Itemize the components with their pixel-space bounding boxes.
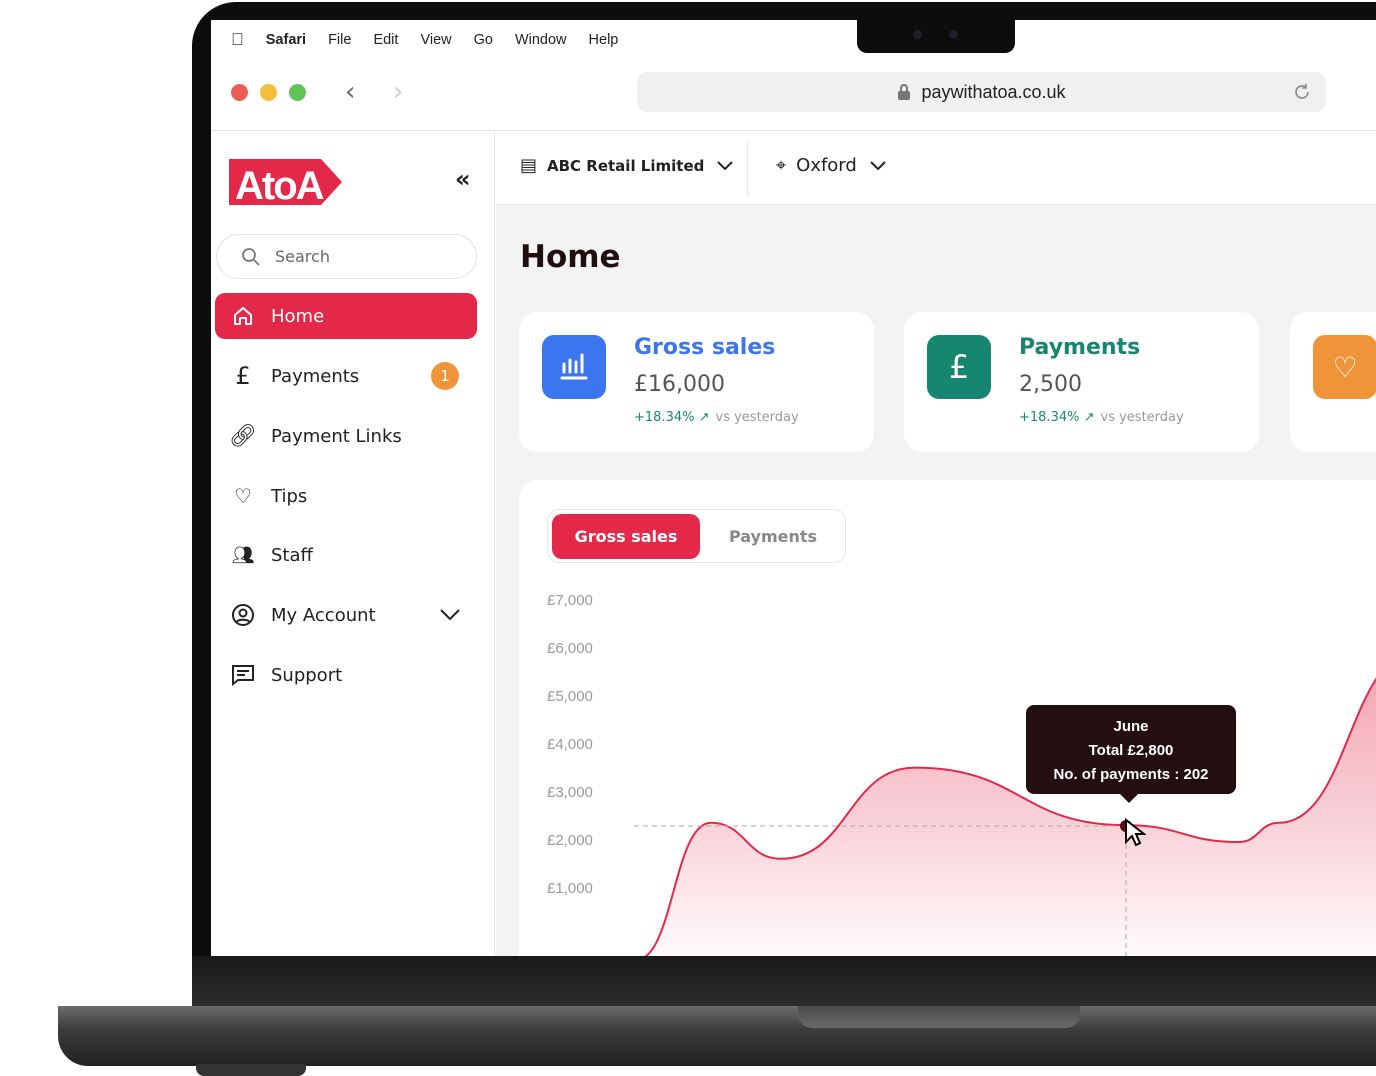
card-value: £16,000: [634, 372, 725, 397]
sidebar-item-label: My Account: [271, 604, 376, 626]
compare-label: vs yesterday: [1100, 410, 1184, 425]
maximize-window-button[interactable]: [289, 84, 306, 101]
business-name: ABC Retail Limited: [547, 156, 705, 175]
url-text: paywithatoa.co.uk: [921, 81, 1066, 102]
search-input[interactable]: Search: [216, 234, 477, 279]
reload-icon[interactable]: [1292, 82, 1312, 102]
sidebar-item-payments[interactable]: £ Payments 1: [215, 353, 477, 399]
tooltip-month: June: [1113, 718, 1149, 735]
sidebar-item-label: Payment Links: [271, 425, 402, 447]
tooltip-payments: No. of payments : 202: [1053, 766, 1209, 783]
sidebar-item-label: Staff: [271, 544, 313, 566]
menu-file[interactable]: File: [328, 32, 351, 48]
card-title: Gross sales: [634, 335, 776, 360]
menu-edit[interactable]: Edit: [373, 32, 398, 48]
top-bar: ▤ ABC Retail Limited ⌖ Oxford: [496, 131, 1376, 205]
sidebar-item-support[interactable]: Support: [215, 652, 477, 698]
pound-icon: £: [235, 362, 251, 390]
sidebar-item-payment-links[interactable]: 🔗︎ Payment Links: [215, 413, 477, 459]
location-pin-icon: ⌖: [776, 155, 787, 176]
laptop-base: [58, 1006, 1376, 1066]
sidebar-item-label: Home: [271, 305, 325, 327]
page-title: Home: [520, 239, 621, 275]
laptop-foot: [196, 1064, 306, 1076]
area-chart[interactable]: [519, 480, 1376, 956]
cursor-icon: [1125, 818, 1146, 847]
tooltip-total: Total £2,800: [1088, 742, 1174, 759]
sidebar-item-my-account[interactable]: My Account: [215, 592, 477, 638]
store-icon: ▤: [520, 155, 538, 176]
forward-icon[interactable]: ›: [393, 77, 403, 107]
sidebar: AtoA « Search Home £ Payments 1 🔗︎ Payment …: [211, 131, 495, 956]
sidebar-item-label: Support: [271, 664, 343, 686]
divider: [747, 141, 748, 196]
apple-icon[interactable]: : [231, 30, 244, 50]
sidebar-item-tips[interactable]: ♡ Tips: [215, 473, 477, 519]
payments-card[interactable]: £ Payments 2,500 +18.34% ↗ vs yesterday: [904, 312, 1259, 452]
pound-icon: £: [927, 335, 991, 399]
menu-view[interactable]: View: [420, 32, 451, 48]
location-name: Oxford: [796, 155, 857, 176]
main-content: ▤ ABC Retail Limited ⌖ Oxford Home Gross…: [496, 131, 1376, 956]
hand-heart-icon: ♡: [234, 484, 252, 508]
back-icon[interactable]: ‹: [345, 77, 355, 107]
link-icon: 🔗︎: [229, 423, 257, 449]
screen:  Safari File Edit View Go Window Help ‹…: [211, 20, 1376, 956]
chart-card: Gross sales Payments £7,000 £6,000 £5,000 £…: [519, 480, 1376, 956]
chart-tooltip: June Total £2,800 No. of payments : 202: [1026, 705, 1236, 803]
bar-chart-icon: [542, 335, 606, 399]
laptop-hinge: [192, 956, 1376, 1008]
compare-label: vs yesterday: [715, 410, 799, 425]
card-title: Payments: [1019, 335, 1141, 360]
search-icon: [242, 247, 260, 266]
home-icon: [215, 305, 271, 327]
card-delta: +18.34% ↗ vs yesterday: [634, 410, 799, 425]
browser-toolbar: ‹ › paywithatoa.co.uk: [211, 60, 1376, 131]
sidebar-item-label: Payments: [271, 365, 360, 387]
card-value: 2,500: [1019, 372, 1082, 397]
hand-heart-icon: ♡: [1313, 335, 1376, 399]
minimize-window-button[interactable]: [260, 84, 277, 101]
lock-icon: [898, 84, 911, 100]
people-icon: 👥︎: [231, 544, 255, 566]
menu-help[interactable]: Help: [589, 32, 619, 48]
chevron-down-icon[interactable]: [439, 608, 461, 622]
collapse-sidebar-icon[interactable]: «: [455, 165, 471, 193]
gross-sales-card[interactable]: Gross sales £16,000 +18.34% ↗ vs yesterda…: [519, 312, 874, 452]
delta-value: +18.34%: [1019, 410, 1080, 425]
location-selector[interactable]: ⌖ Oxford: [776, 155, 887, 176]
search-placeholder: Search: [275, 247, 330, 266]
camera-notch: [857, 20, 1015, 53]
atoa-logo: AtoA: [229, 159, 342, 207]
payments-badge: 1: [431, 362, 459, 390]
menu-app[interactable]: Safari: [266, 32, 306, 48]
menu-go[interactable]: Go: [474, 32, 493, 48]
close-window-button[interactable]: [231, 84, 248, 101]
area-fill: [645, 679, 1376, 956]
address-bar[interactable]: paywithatoa.co.uk: [637, 72, 1326, 112]
trend-up-icon: ↗: [698, 410, 710, 425]
business-selector[interactable]: ▤ ABC Retail Limited: [520, 155, 734, 176]
tips-card[interactable]: ♡: [1290, 312, 1376, 452]
sidebar-item-home[interactable]: Home: [215, 293, 477, 339]
sidebar-item-staff[interactable]: 👥︎ Staff: [215, 532, 477, 578]
trend-up-icon: ↗: [1083, 410, 1095, 425]
card-delta: +18.34% ↗ vs yesterday: [1019, 410, 1184, 425]
svg-text:AtoA: AtoA: [235, 164, 324, 207]
message-icon: [215, 664, 271, 686]
menu-bar:  Safari File Edit View Go Window Help: [211, 20, 1376, 60]
chevron-down-icon: [870, 160, 886, 170]
delta-value: +18.34%: [634, 410, 695, 425]
user-circle-icon: [215, 603, 271, 627]
chevron-down-icon: [717, 160, 734, 170]
sidebar-item-label: Tips: [271, 485, 308, 507]
laptop-lip: [798, 1006, 1080, 1028]
menu-window[interactable]: Window: [515, 32, 567, 48]
